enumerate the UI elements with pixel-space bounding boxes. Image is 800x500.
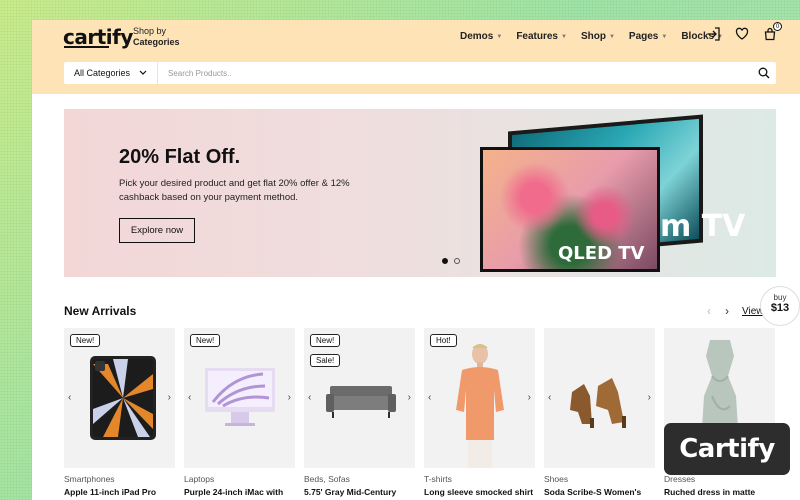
chevron-right-icon[interactable]: › bbox=[408, 392, 411, 403]
boots-image bbox=[570, 378, 626, 428]
product-tag: New! bbox=[190, 334, 221, 347]
site-header: cartify Shop by Categories Demos ▼ Featur… bbox=[32, 20, 800, 94]
tv-back-label: m TV bbox=[660, 209, 746, 244]
chevron-down-icon: ▼ bbox=[608, 33, 615, 40]
model-shirt-image bbox=[456, 344, 504, 468]
header-actions: 0 bbox=[706, 22, 782, 42]
product-card[interactable]: New! Sale! ‹ › bbox=[304, 328, 415, 468]
chevron-down-icon: ▼ bbox=[661, 33, 668, 40]
product-card[interactable]: Hot! ‹ › bbox=[424, 328, 535, 468]
cart-count-badge: 0 bbox=[773, 22, 782, 31]
nav-item-pages[interactable]: Pages ▼ bbox=[629, 31, 667, 42]
section-title: New Arrivals bbox=[64, 304, 137, 318]
chevron-right-icon[interactable]: › bbox=[168, 392, 171, 403]
category-select-label: All Categories bbox=[74, 68, 131, 78]
product-tag: New! bbox=[70, 334, 101, 347]
buy-price: $13 bbox=[770, 302, 790, 314]
nav-item-shop[interactable]: Shop ▼ bbox=[581, 31, 615, 42]
product-category: Shoes bbox=[544, 474, 569, 484]
brand-watermark: Cartify bbox=[664, 423, 790, 475]
search-icon bbox=[758, 67, 770, 79]
shop-by-categories[interactable]: Shop by Categories bbox=[133, 26, 180, 48]
nav-item-demos[interactable]: Demos ▼ bbox=[460, 31, 502, 42]
product-category: Smartphones bbox=[64, 474, 115, 484]
chevron-right-icon[interactable]: › bbox=[528, 392, 531, 403]
main-nav: Demos ▼ Features ▼ Shop ▼ Pages ▼ Blocks ▼ bbox=[460, 31, 723, 42]
product-name[interactable]: 5.75' Gray Mid-Century bbox=[304, 487, 415, 497]
heart-icon[interactable] bbox=[734, 26, 750, 42]
chevron-left-icon[interactable]: ‹ bbox=[68, 392, 71, 403]
shop-by-label: Shop by bbox=[133, 26, 167, 36]
chevron-down-icon: ▼ bbox=[561, 33, 567, 40]
bag-icon[interactable]: 0 bbox=[762, 22, 782, 42]
nav-label: Features bbox=[516, 31, 558, 42]
buy-label: buy bbox=[773, 293, 787, 302]
categories-label: Categories bbox=[133, 37, 180, 47]
product-category: Laptops bbox=[184, 474, 215, 484]
product-name[interactable]: Apple 11-inch iPad Pro bbox=[64, 487, 175, 497]
product-card[interactable]: New! ‹ › bbox=[64, 328, 175, 468]
imac-image bbox=[205, 368, 275, 426]
tv-front-label: QLED TV bbox=[558, 243, 645, 264]
product-card[interactable]: ‹ › bbox=[544, 328, 655, 468]
product-name[interactable]: Purple 24-inch iMac with bbox=[184, 487, 295, 497]
carousel-dot-1[interactable] bbox=[442, 258, 448, 264]
chevron-right-icon[interactable]: › bbox=[288, 392, 291, 403]
nav-label: Demos bbox=[460, 31, 494, 42]
hero-title: 20% Flat Off. bbox=[119, 146, 241, 168]
search-button[interactable] bbox=[752, 62, 776, 84]
sofa-image bbox=[326, 386, 396, 418]
category-select[interactable]: All Categories bbox=[64, 62, 158, 84]
search-input[interactable] bbox=[158, 68, 752, 78]
section-arrows: ‹ › bbox=[702, 304, 734, 318]
search-bar: All Categories bbox=[64, 62, 776, 84]
ipad-image bbox=[90, 356, 156, 440]
nav-item-features[interactable]: Features ▼ bbox=[516, 31, 567, 42]
nav-label: Shop bbox=[580, 31, 606, 42]
buy-now-bubble[interactable]: buy $13 bbox=[760, 286, 800, 326]
product-category: T-shirts bbox=[424, 474, 452, 484]
tv-front-image: QLED TV bbox=[480, 147, 660, 272]
chevron-left-icon[interactable]: ‹ bbox=[702, 304, 716, 318]
chevron-left-icon[interactable]: ‹ bbox=[308, 392, 311, 403]
product-card[interactable]: New! ‹ › bbox=[184, 328, 295, 468]
chevron-left-icon[interactable]: ‹ bbox=[188, 392, 191, 403]
chevron-down-icon: ▼ bbox=[496, 33, 503, 40]
nav-label: Pages bbox=[628, 31, 659, 42]
sale-tag: Sale! bbox=[310, 354, 341, 367]
hero-banner: 20% Flat Off. Pick your desired product … bbox=[64, 109, 776, 277]
store-page: cartify Shop by Categories Demos ▼ Featur… bbox=[32, 20, 800, 500]
product-name[interactable]: Ruched dress in matte bbox=[664, 487, 775, 497]
chevron-right-icon[interactable]: › bbox=[648, 392, 651, 403]
logo-underline bbox=[64, 46, 109, 48]
product-category: Dresses bbox=[664, 474, 696, 484]
login-icon[interactable] bbox=[706, 26, 722, 42]
chevron-right-icon[interactable]: › bbox=[720, 304, 734, 318]
carousel-dots bbox=[442, 258, 460, 264]
product-name[interactable]: Soda Scribe-S Women's bbox=[544, 487, 655, 497]
chevron-left-icon[interactable]: ‹ bbox=[428, 392, 431, 403]
product-tag: New! bbox=[310, 334, 341, 347]
carousel-dot-2[interactable] bbox=[454, 258, 460, 264]
product-category: Beds, Sofas bbox=[304, 474, 350, 484]
explore-now-button[interactable]: Explore now bbox=[119, 218, 195, 243]
product-name[interactable]: Long sleeve smocked shirt bbox=[424, 487, 535, 497]
chevron-left-icon[interactable]: ‹ bbox=[548, 392, 551, 403]
chevron-down-icon bbox=[139, 70, 147, 75]
hero-description: Pick your desired product and get flat 2… bbox=[119, 178, 350, 203]
